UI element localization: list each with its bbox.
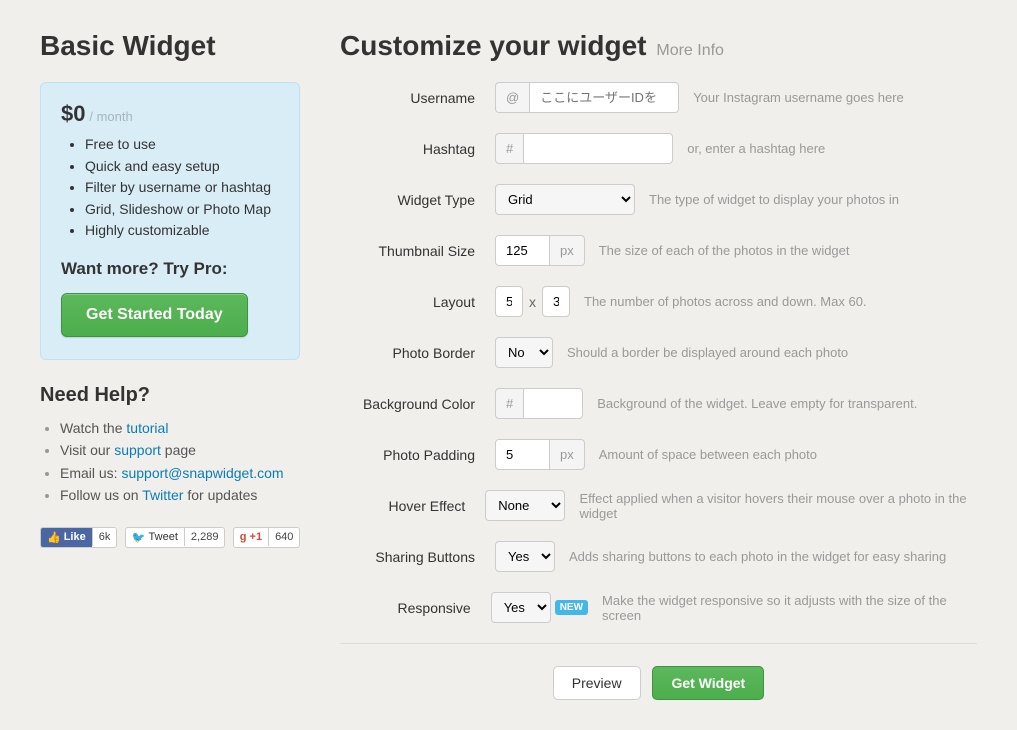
at-prefix: @ [495,82,529,113]
row-padding: Photo Padding px Amount of space between… [340,439,977,470]
padding-label: Photo Padding [340,447,475,463]
sharing-hint: Adds sharing buttons to each photo in th… [569,549,946,564]
sidebar-title: Basic Widget [40,30,300,62]
row-layout: Layout x The number of photos across and… [340,286,977,317]
row-hover: Hover Effect None Effect applied when a … [340,490,977,521]
row-thumbnail: Thumbnail Size px The size of each of th… [340,235,977,266]
row-hashtag: Hashtag # or, enter a hashtag here [340,133,977,164]
thumbs-up-icon: 👍 [47,531,61,544]
facebook-count: 6k [92,528,117,546]
hash-prefix-bg: # [495,388,523,419]
price-value: $0 [61,101,85,126]
row-widget-type: Widget Type Grid The type of widget to d… [340,184,977,215]
main-form: Customize your widget More Info Username… [340,30,977,700]
google-plus-count: 640 [268,528,299,546]
px-suffix-padding: px [550,439,585,470]
form-heading: Customize your widget [340,30,646,62]
hash-prefix: # [495,133,523,164]
feature-item: Free to use [85,135,279,155]
hashtag-hint: or, enter a hashtag here [687,141,825,156]
bg-hint: Background of the widget. Leave empty fo… [597,396,917,411]
new-badge: NEW [555,600,588,615]
username-hint: Your Instagram username goes here [693,90,904,105]
responsive-hint: Make the widget responsive so it adjusts… [602,593,977,623]
row-bg: Background Color # Background of the wid… [340,388,977,419]
widget-type-select[interactable]: Grid [495,184,635,215]
feature-item: Filter by username or hashtag [85,178,279,198]
twitter-icon: 🐦 [132,531,146,544]
google-plus-icon: g [240,531,247,543]
tweet-count: 2,289 [184,528,225,546]
layout-x-separator: x [529,294,536,310]
username-label: Username [340,90,475,106]
feature-item: Highly customizable [85,221,279,241]
help-item: Email us: support@snapwidget.com [60,462,300,484]
hover-label: Hover Effect [340,498,465,514]
bg-label: Background Color [340,396,475,412]
preview-button[interactable]: Preview [553,666,641,700]
twitter-link[interactable]: Twitter [142,487,183,503]
layout-hint: The number of photos across and down. Ma… [584,294,867,309]
get-started-button[interactable]: Get Started Today [61,293,248,337]
responsive-select[interactable]: Yes [491,592,551,623]
row-border: Photo Border No Should a border be displ… [340,337,977,368]
layout-rows-input[interactable] [542,286,570,317]
feature-list: Free to use Quick and easy setup Filter … [85,135,279,241]
feature-item: Quick and easy setup [85,157,279,177]
facebook-like-button[interactable]: 👍Like 6k [40,527,117,548]
border-hint: Should a border be displayed around each… [567,345,848,360]
tweet-button[interactable]: 🐦Tweet 2,289 [125,527,225,548]
px-suffix: px [550,235,585,266]
row-sharing: Sharing Buttons Yes Adds sharing buttons… [340,541,977,572]
get-widget-button[interactable]: Get Widget [652,666,764,700]
padding-input[interactable] [495,439,550,470]
hover-select[interactable]: None [485,490,565,521]
bg-input[interactable] [523,388,583,419]
row-responsive: Responsive Yes NEW Make the widget respo… [340,592,977,623]
form-divider [340,643,977,644]
thumbnail-input[interactable] [495,235,550,266]
help-item: Watch the tutorial [60,417,300,439]
price-box: $0 / month Free to use Quick and easy se… [40,82,300,360]
support-email-link[interactable]: support@snapwidget.com [121,465,283,481]
help-item: Follow us on Twitter for updates [60,484,300,506]
widget-type-hint: The type of widget to display your photo… [649,192,899,207]
widget-type-label: Widget Type [340,192,475,208]
help-item: Visit our support page [60,439,300,461]
border-label: Photo Border [340,345,475,361]
want-more-heading: Want more? Try Pro: [61,259,279,279]
more-info-link[interactable]: More Info [656,42,724,59]
hover-hint: Effect applied when a visitor hovers the… [579,491,977,521]
responsive-label: Responsive [340,600,471,616]
border-select[interactable]: No [495,337,553,368]
sidebar: Basic Widget $0 / month Free to use Quic… [40,30,300,700]
help-list: Watch the tutorial Visit our support pag… [60,417,300,507]
feature-item: Grid, Slideshow or Photo Map [85,200,279,220]
hashtag-input[interactable] [523,133,673,164]
thumbnail-hint: The size of each of the photos in the wi… [599,243,850,258]
layout-cols-input[interactable] [495,286,523,317]
form-actions: Preview Get Widget [340,666,977,700]
tutorial-link[interactable]: tutorial [126,420,168,436]
google-plus-button[interactable]: g+1 640 [233,527,300,548]
price-period: / month [89,109,132,124]
social-buttons: 👍Like 6k 🐦Tweet 2,289 g+1 640 [40,527,300,548]
row-username: Username @ Your Instagram username goes … [340,82,977,113]
sharing-select[interactable]: Yes [495,541,555,572]
thumbnail-label: Thumbnail Size [340,243,475,259]
help-heading: Need Help? [40,384,300,407]
hashtag-label: Hashtag [340,141,475,157]
padding-hint: Amount of space between each photo [599,447,817,462]
sharing-label: Sharing Buttons [340,549,475,565]
username-input[interactable] [529,82,679,113]
support-link[interactable]: support [114,442,161,458]
layout-label: Layout [340,294,475,310]
